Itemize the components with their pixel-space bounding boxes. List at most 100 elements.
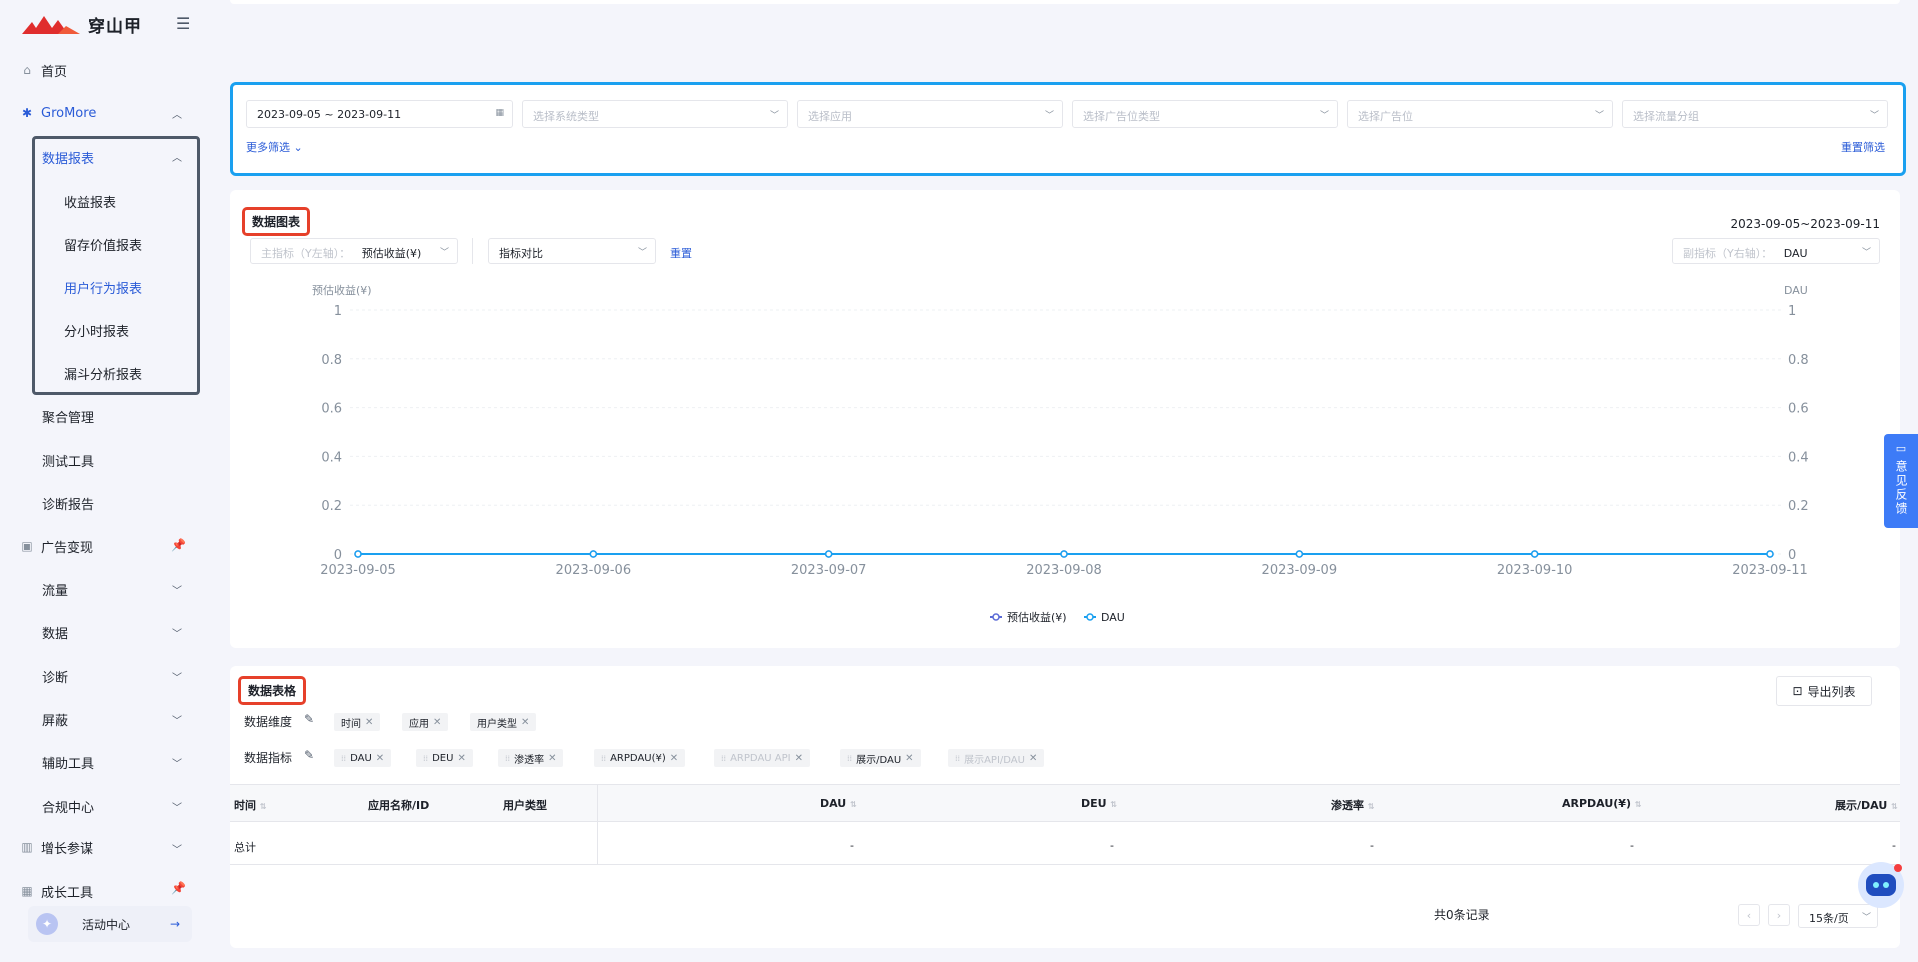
nav-gromore[interactable]: ✱ GroMore — [20, 102, 96, 124]
page-size-select[interactable]: 15条/页 ﹀ — [1798, 904, 1878, 928]
column-header-impressions-dau[interactable]: 展示/DAU ⇅ — [1835, 797, 1898, 813]
column-header-app: 应用名称/ID — [368, 799, 430, 812]
column-header-arpdau[interactable]: ARPDAU(¥) ⇅ — [1562, 797, 1642, 810]
next-page-button[interactable]: › — [1768, 904, 1790, 926]
column-header-dau[interactable]: DAU ⇅ — [820, 797, 857, 810]
chevron-up-icon[interactable]: ︿ — [172, 149, 182, 164]
pin-icon[interactable]: 📌 — [171, 881, 186, 895]
nav-data[interactable]: 数据 — [42, 623, 68, 642]
drag-handle-icon[interactable]: ⁞⁞ — [423, 754, 428, 763]
activity-center-button[interactable]: ✦ 活动中心 → — [28, 906, 192, 942]
app-select[interactable]: 选择应用 ﹀ — [797, 100, 1063, 128]
nav-report-retention[interactable]: 留存价值报表 — [64, 235, 142, 254]
calendar-icon: ▦ — [495, 108, 504, 118]
metric-tag[interactable]: ⁞⁞ DEU ✕ — [416, 749, 473, 767]
drag-handle-icon[interactable]: ⁞⁞ — [601, 754, 606, 763]
ad-slot-type-select[interactable]: 选择广告位类型 ﹀ — [1072, 100, 1338, 128]
brand-logo[interactable]: 穿山甲 — [22, 12, 142, 37]
dimension-tag-label: 应用 — [409, 718, 429, 730]
nav-traffic[interactable]: 流量 — [42, 580, 68, 599]
dimension-tag[interactable]: 时间 ✕ — [334, 713, 381, 731]
nav-block[interactable]: 屏蔽 — [42, 710, 68, 729]
reset-filters-button[interactable]: 重置筛选 — [1841, 139, 1885, 155]
export-list-button[interactable]: ⊡ 导出列表 — [1776, 676, 1872, 706]
metric-tag-label: ARPDAU(¥) — [610, 752, 666, 764]
nav-data-report[interactable]: 数据报表 — [42, 148, 94, 167]
close-icon[interactable]: ✕ — [457, 753, 465, 764]
brand-name: 穿山甲 — [88, 17, 142, 37]
close-icon[interactable]: ✕ — [376, 753, 384, 764]
nav-diagnose[interactable]: 诊断 — [42, 667, 68, 686]
close-icon[interactable]: ✕ — [670, 753, 678, 764]
chevron-down-icon[interactable]: ﹀ — [172, 841, 182, 856]
pin-icon[interactable]: 📌 — [171, 538, 186, 552]
nav-diagnosis-report[interactable]: 诊断报告 — [42, 494, 94, 513]
gromore-icon: ✱ — [21, 106, 33, 120]
column-header-label: DEU — [1081, 797, 1107, 810]
nav-ad-monetize[interactable]: ▣ 广告变现 — [20, 535, 93, 557]
edit-metric-icon[interactable]: ✎ — [304, 748, 314, 762]
nav-report-hourly[interactable]: 分小时报表 — [64, 321, 129, 340]
prev-page-button[interactable]: ‹ — [1738, 904, 1760, 926]
sort-icon[interactable]: ⇅ — [260, 802, 267, 811]
arrow-right-icon: → — [169, 917, 180, 931]
metric-tag[interactable]: ⁞⁞ ARPDAU(¥) ✕ — [594, 749, 686, 767]
nav-home[interactable]: ⌂ 首页 — [20, 59, 67, 81]
assistant-robot-button[interactable] — [1858, 862, 1904, 908]
metric-tag-label: 展示/DAU — [856, 754, 902, 766]
drag-handle-icon[interactable]: ⁞⁞ — [341, 754, 346, 763]
y-right-axis-title: DAU — [1784, 284, 1808, 297]
dimension-tag[interactable]: 应用 ✕ — [402, 713, 449, 731]
nav-report-funnel[interactable]: 漏斗分析报表 — [64, 364, 142, 383]
chevron-down-icon[interactable]: ﹀ — [172, 799, 182, 814]
edit-dimension-icon[interactable]: ✎ — [304, 712, 314, 726]
close-icon[interactable]: ✕ — [521, 717, 529, 728]
chevron-down-icon[interactable]: ﹀ — [172, 625, 182, 640]
export-icon: ⊡ — [1792, 684, 1803, 698]
dimension-tag[interactable]: 用户类型 ✕ — [470, 713, 537, 731]
close-icon[interactable]: ✕ — [433, 717, 441, 728]
date-range-picker[interactable]: 2023-09-05 ~ 2023-09-11 ▦ — [246, 100, 513, 128]
system-type-select[interactable]: 选择系统类型 ﹀ — [522, 100, 788, 128]
menu-collapse-icon[interactable]: ☰ — [176, 14, 190, 33]
nav-report-user-behavior[interactable]: 用户行为报表 — [64, 278, 142, 297]
top-strip — [230, 0, 1900, 4]
column-header-time[interactable]: 时间 ⇅ — [234, 797, 267, 813]
close-icon[interactable]: ✕ — [905, 753, 913, 764]
chevron-up-icon[interactable]: ︿ — [172, 106, 182, 121]
drag-handle-icon[interactable]: ⁞⁞ — [505, 754, 510, 763]
metric-tag[interactable]: ⁞⁞ DAU ✕ — [334, 749, 392, 767]
nav-report-revenue[interactable]: 收益报表 — [64, 192, 116, 211]
nav-aggregation[interactable]: 聚合管理 — [42, 407, 94, 426]
close-icon[interactable]: ✕ — [365, 717, 373, 728]
metric-tag[interactable]: ⁞⁞ 渗透率 ✕ — [498, 749, 564, 767]
sort-icon[interactable]: ⇅ — [850, 800, 857, 809]
nav-growth-advisor[interactable]: ▥ 增长参谋 — [20, 836, 93, 858]
traffic-group-select[interactable]: 选择流量分组 ﹀ — [1622, 100, 1888, 128]
sort-icon[interactable]: ⇅ — [1368, 802, 1375, 811]
feedback-button[interactable]: ▭ 意见反馈 — [1884, 434, 1918, 528]
close-icon: ✕ — [794, 752, 803, 764]
cell-dau: - — [850, 839, 854, 852]
close-icon[interactable]: ✕ — [548, 753, 556, 764]
column-header-deu[interactable]: DEU ⇅ — [1081, 797, 1117, 810]
more-filters-button[interactable]: 更多筛选 ⌄ — [246, 139, 303, 155]
nav-assist-tools[interactable]: 辅助工具 — [42, 753, 94, 772]
nav-growth-tools[interactable]: ▦ 成长工具 — [20, 880, 93, 902]
drag-handle-icon[interactable]: ⁞⁞ — [847, 754, 852, 763]
nav-compliance[interactable]: 合规中心 — [42, 797, 94, 816]
chevron-down-icon[interactable]: ﹀ — [172, 755, 182, 770]
ad-slot-type-placeholder: 选择广告位类型 — [1083, 110, 1160, 123]
column-header-label: ARPDAU(¥) — [1562, 797, 1631, 810]
sort-icon[interactable]: ⇅ — [1635, 800, 1642, 809]
nav-test-tools[interactable]: 测试工具 — [42, 451, 94, 470]
sort-icon[interactable]: ⇅ — [1110, 800, 1117, 809]
metric-tag[interactable]: ⁞⁞ 展示/DAU ✕ — [840, 749, 921, 767]
ad-slot-select[interactable]: 选择广告位 ﹀ — [1347, 100, 1613, 128]
chevron-down-icon[interactable]: ﹀ — [172, 582, 182, 597]
y-left-tick-label: 1 — [334, 304, 342, 319]
chevron-down-icon[interactable]: ﹀ — [172, 669, 182, 684]
sort-icon[interactable]: ⇅ — [1891, 802, 1898, 811]
column-header-penetration[interactable]: 渗透率 ⇅ — [1331, 797, 1375, 813]
chevron-down-icon[interactable]: ﹀ — [172, 712, 182, 727]
